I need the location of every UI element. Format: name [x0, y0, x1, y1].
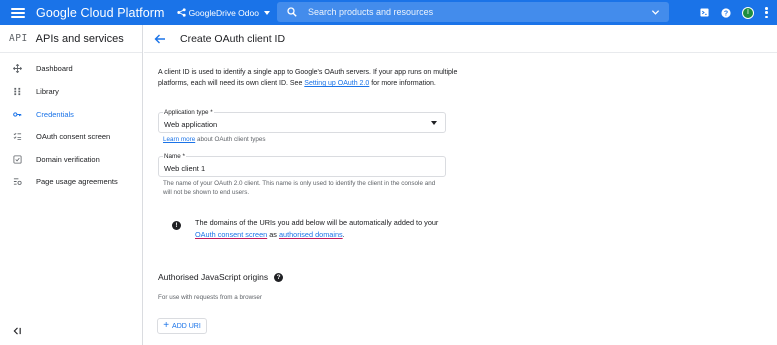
back-arrow-icon[interactable] [154, 33, 166, 45]
project-name: GoogleDrive Odoo [188, 7, 259, 18]
sidebar-item-library[interactable]: Library [0, 81, 142, 101]
sidebar-title: APIs and services [35, 32, 124, 45]
page-title: Create OAuth client ID [180, 32, 286, 45]
svg-text:?: ? [724, 10, 728, 17]
cloud-shell-button[interactable] [693, 0, 715, 25]
sidebar-item-label: Page usage agreements [36, 176, 118, 186]
info-icon: ! [172, 221, 181, 230]
help-icon[interactable]: ? [274, 272, 284, 282]
js-origins-section: Authorised JavaScript origins ? [158, 272, 284, 282]
name-value: Web client 1 [164, 164, 206, 173]
library-icon [13, 87, 22, 96]
terminal-icon [699, 8, 709, 17]
js-origins-title: Authorised JavaScript origins [158, 272, 269, 282]
key-icon [13, 110, 22, 119]
intro-text: A client ID is used to identify a single… [158, 67, 458, 89]
name-field[interactable]: Name * Web client 1 [158, 153, 446, 177]
dropdown-arrow-icon [431, 121, 437, 125]
oauth-consent-screen-link[interactable]: OAuth consent screen [195, 230, 267, 239]
chevron-down-icon [263, 10, 270, 15]
help-icon: ? [721, 7, 731, 18]
sidebar-item-label: Domain verification [36, 154, 100, 164]
application-type-label: Application type * [163, 109, 214, 116]
authorised-domains-link[interactable]: authorised domains [279, 230, 343, 239]
dashboard-icon [13, 63, 22, 73]
info-text-2: as [267, 230, 279, 239]
application-type-hint: Learn more about OAuth client types [163, 135, 266, 144]
avatar-initial: I [743, 7, 753, 18]
sidebar-item-domain-verification[interactable]: Domain verification [0, 149, 142, 169]
search-bar[interactable] [277, 2, 669, 22]
setting-up-oauth-link[interactable]: Setting up OAuth 2.0 [304, 80, 369, 87]
account-button[interactable]: I [737, 0, 759, 25]
sidebar-item-label: OAuth consent screen [36, 131, 111, 141]
info-text-1: The domains of the URIs you add below wi… [195, 218, 439, 227]
plus-icon: + [163, 320, 170, 331]
domains-info-box: ! The domains of the URIs you add below … [172, 217, 452, 241]
expand-search-icon[interactable] [651, 8, 660, 17]
top-bar: Google Cloud Platform GoogleDrive Odoo S… [0, 0, 777, 25]
sidebar-item-label: Dashboard [36, 63, 73, 73]
avatar: I [742, 6, 754, 19]
sidebar-item-label: Library [36, 86, 59, 96]
js-origins-hint: For use with requests from a browser [158, 294, 262, 301]
add-uri-button[interactable]: + ADD URI [157, 318, 207, 334]
project-icon [176, 8, 186, 17]
sidebar-item-credentials[interactable]: Credentials [0, 104, 142, 124]
sidebar: API APIs and services Dashboard Library … [0, 25, 143, 345]
help-button[interactable]: ? [715, 0, 737, 25]
domains-info-text: The domains of the URIs you add below wi… [195, 217, 452, 241]
page-header: Create OAuth client ID [144, 25, 777, 53]
sidebar-item-label: Credentials [36, 109, 74, 119]
search-icon [287, 7, 297, 17]
project-selector[interactable]: GoogleDrive Odoo [176, 7, 270, 18]
collapse-sidebar-icon[interactable] [13, 327, 22, 335]
intro-tail: for more information. [369, 80, 436, 87]
more-options-icon[interactable] [765, 7, 768, 18]
sidebar-item-dashboard[interactable]: Dashboard [0, 58, 142, 78]
hint-text: about OAuth client types [195, 136, 266, 143]
name-hint: The name of your OAuth 2.0 client. This … [163, 180, 436, 196]
learn-more-link[interactable]: Learn more [163, 136, 195, 143]
sidebar-item-oauth-consent-screen[interactable]: OAuth consent screen [0, 126, 142, 146]
api-logo: API [9, 33, 28, 44]
application-type-select[interactable]: Application type * Web application [158, 109, 446, 133]
search-input[interactable] [308, 7, 651, 17]
menu-icon[interactable] [11, 7, 25, 18]
sidebar-item-page-usage-agreements[interactable]: Page usage agreements [0, 171, 142, 191]
name-label: Name * [163, 153, 186, 160]
consent-icon [13, 132, 22, 141]
info-text-3: . [342, 230, 345, 239]
sidebar-header: API APIs and services [0, 25, 142, 53]
add-uri-label: ADD URI [172, 322, 201, 330]
settings-list-icon [13, 177, 22, 186]
app-title[interactable]: Google Cloud Platform [36, 6, 165, 20]
application-type-value: Web application [164, 120, 218, 129]
checkbox-icon [13, 154, 22, 164]
